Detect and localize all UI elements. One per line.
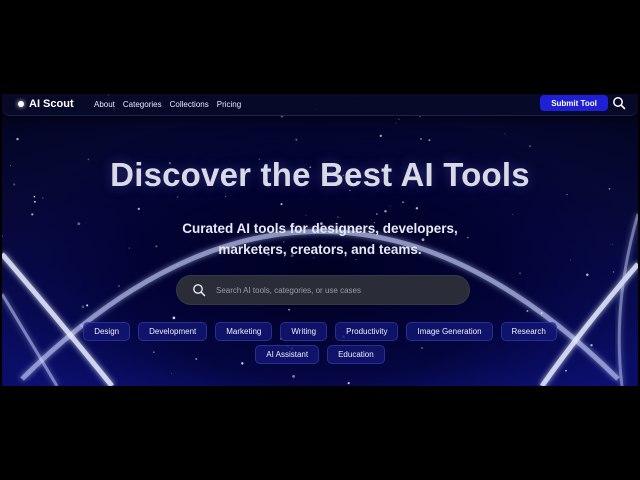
- search-icon[interactable]: [612, 96, 626, 110]
- brand-name: AI Scout: [29, 98, 74, 110]
- search-icon: [193, 284, 206, 297]
- category-chip-education[interactable]: Education: [327, 345, 385, 364]
- top-navigation-bar: AI Scout About Categories Collections Pr…: [2, 94, 638, 116]
- logo-dot-icon: [18, 101, 24, 107]
- category-chip-ai-assistant[interactable]: AI Assistant: [255, 345, 320, 364]
- search-bar[interactable]: [176, 275, 470, 305]
- category-chip-writing[interactable]: Writing: [280, 322, 328, 341]
- screen: AI Scout About Categories Collections Pr…: [0, 0, 640, 480]
- brand-logo[interactable]: AI Scout: [18, 96, 74, 112]
- search-input[interactable]: [216, 285, 456, 295]
- submit-tool-button[interactable]: Submit Tool: [540, 95, 608, 111]
- category-chip-development[interactable]: Development: [138, 322, 208, 341]
- hero-subtitle: Curated AI tools for designers, develope…: [182, 221, 458, 257]
- nav-link-collections[interactable]: Collections: [170, 100, 209, 109]
- category-chips-row: AI Assistant Education: [2, 345, 638, 364]
- category-chip-marketing[interactable]: Marketing: [215, 322, 273, 341]
- category-chip-research[interactable]: Research: [500, 322, 557, 341]
- category-chip-image-generation[interactable]: Image Generation: [406, 322, 493, 341]
- hero-title: Discover the Best AI Tools: [110, 156, 530, 193]
- category-chips-row: Design Development Marketing Writing Pro…: [2, 322, 638, 341]
- nav-link-pricing[interactable]: Pricing: [217, 100, 241, 109]
- website-viewport: AI Scout About Categories Collections Pr…: [2, 94, 638, 386]
- nav-links: About Categories Collections Pricing: [94, 97, 241, 111]
- category-chip-productivity[interactable]: Productivity: [335, 322, 399, 341]
- category-chip-design[interactable]: Design: [83, 322, 131, 341]
- nav-link-categories[interactable]: Categories: [123, 100, 162, 109]
- nav-link-about[interactable]: About: [94, 100, 115, 109]
